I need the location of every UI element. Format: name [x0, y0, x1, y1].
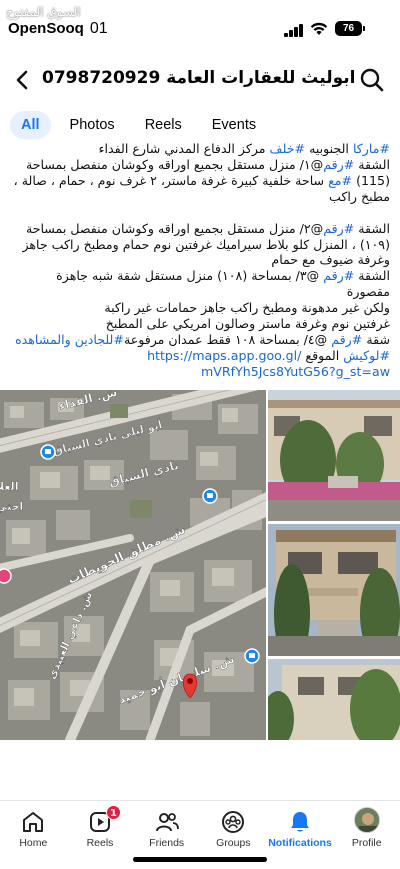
post-line: غرفتين نوم وغرفة ماستر وصالون امريكي على…: [105, 316, 390, 332]
map-edge-label: احتي: [0, 500, 23, 513]
post-line: شقة #رقم @٤/ بمساحة ١٠٨ فقط عمدان مرفوعة…: [12, 332, 390, 348]
post-line: (115) #مع ساحة خلفية كبيرة غرفة ماستر، ٢…: [12, 173, 390, 189]
groups-icon: [222, 811, 245, 833]
post-text-span: الجنوبيه: [305, 141, 353, 156]
profile-avatar: [353, 807, 380, 833]
post-text-span: مركز الدفاع المدني شارع الفداء: [98, 141, 270, 156]
house-photo[interactable]: [268, 659, 400, 740]
post-line: الشقة #رقم@١/ منزل مستقل بجميع اوراقه وك…: [12, 157, 390, 173]
nav-friends-label: Friends: [149, 837, 185, 849]
hashtag-link[interactable]: #رقم: [323, 157, 354, 172]
battery-indicator: 76: [335, 21, 365, 36]
house-photo[interactable]: [268, 524, 400, 656]
nav-notifications-label: Notifications: [268, 837, 332, 849]
post-text-span: الشقة: [354, 268, 390, 284]
post-text-span: @٢/ منزل مستقل بجميع اوراقه وكوشان منفصل…: [25, 220, 324, 236]
carrier-name: OpenSooq: [8, 20, 84, 37]
post-line: #ماركا الجنوبيه #خلف مركز الدفاع المدني …: [12, 141, 390, 157]
post-text-span: ساحة خلفية كبيرة غرفة ماستر، ٢ غرف نوم ،…: [13, 172, 329, 188]
post-line: الشقة #رقم @٣/ بمساحة (١٠٨) منزل مستقل ش…: [12, 268, 390, 300]
tab-photos[interactable]: Photos: [59, 111, 126, 139]
hashtag-link[interactable]: #ماركا: [353, 141, 390, 156]
post-text-span: الشقة: [354, 220, 390, 236]
tab-events[interactable]: Events: [201, 111, 267, 139]
notification-badge: 1: [106, 805, 121, 820]
post-line: مطبخ راكب: [329, 188, 390, 204]
post-line: mVRfYh5Jcs8YutG56?g_st=aw: [12, 364, 390, 380]
hashtag-link[interactable]: #للجادين والمشاهده: [15, 332, 124, 347]
nav-notifications[interactable]: Notifications: [267, 801, 334, 869]
nav-groups-label: Groups: [216, 837, 251, 849]
map-satellite-image[interactable]: ش. الفداء أبو ليلى نادي السباق نادي السب…: [0, 390, 266, 740]
friends-icon: [155, 813, 179, 832]
post-line: ولكن غير مدهونة ومطبخ راكب جاهز حمامات غ…: [104, 300, 390, 316]
map-poi-icon: [0, 568, 12, 584]
home-indicator: [133, 857, 267, 862]
wifi-icon: [310, 22, 328, 35]
post-line: #لوكيش الموقع https://maps.app.goo.gl/: [12, 348, 390, 364]
nav-reels[interactable]: 1 Reels: [67, 801, 134, 869]
nav-home[interactable]: Home: [0, 801, 67, 869]
cellular-signal-icon: [284, 24, 304, 37]
tab-bar: All Photos Reels Events: [10, 108, 275, 142]
map-edge-label: العلا: [0, 480, 18, 493]
nav-reels-label: Reels: [86, 837, 114, 849]
post-text-span: الموقع: [301, 347, 344, 363]
post-text-span: الشقة: [354, 156, 390, 172]
hashtag-link[interactable]: #رقم: [323, 221, 354, 236]
tab-all[interactable]: All: [10, 111, 51, 139]
post-text-span: شقة: [362, 331, 390, 347]
house-photo[interactable]: [268, 390, 400, 521]
post-text: #ماركا الجنوبيه #خلف مركز الدفاع المدني …: [12, 141, 390, 380]
hashtag-link[interactable]: #رقم: [331, 332, 362, 347]
bell-icon: [291, 812, 310, 832]
map-poi-icon: [40, 444, 56, 460]
nav-profile[interactable]: Profile: [333, 801, 400, 869]
page-title: ابوليث للعقارات العامة 0798720929: [42, 68, 356, 88]
post-line: (١٠٩) ، المنزل كلو بلاط سيراميك غرفتين ن…: [22, 236, 390, 252]
hashtag-link[interactable]: #رقم: [323, 268, 354, 283]
carrier-time: OpenSooq 01: [8, 20, 108, 38]
watermark: السوق المفتوح: [6, 5, 81, 19]
post-line: الشقة #رقم@٢/ منزل مستقل بجميع اوراقه وك…: [12, 221, 390, 237]
hashtag-link[interactable]: #خلف: [270, 141, 306, 156]
nav-profile-label: Profile: [351, 837, 382, 849]
status-bar: السوق المفتوح OpenSooq 01 76: [0, 0, 400, 50]
nav-home-label: Home: [19, 837, 48, 849]
post-text-span: @٤/ بمساحة ١٠٨ فقط عمدان مرفوعة: [123, 331, 332, 347]
post-line: وغرفة ضيوف مع حمام: [271, 252, 390, 268]
maps-url-link[interactable]: https://maps.app.goo.gl/: [147, 348, 301, 363]
search-icon[interactable]: [358, 66, 386, 94]
back-arrow-icon[interactable]: [10, 66, 36, 94]
post-text-span: @١/ منزل مستقل بجميع اوراقه وكوشان منفصل…: [25, 156, 324, 172]
map-poi-icon: [244, 648, 260, 664]
maps-url-link-continued[interactable]: mVRfYh5Jcs8YutG56?g_st=aw: [201, 364, 390, 379]
home-icon: [23, 812, 44, 832]
tab-reels[interactable]: Reels: [134, 111, 193, 139]
hashtag-link[interactable]: #لوكيش: [343, 348, 390, 363]
header: ابوليث للعقارات العامة 0798720929: [0, 58, 400, 102]
clock-time: 01: [89, 20, 108, 37]
map-poi-icon: [202, 488, 218, 504]
hashtag-link[interactable]: #مع: [328, 173, 352, 188]
post-text-span: (115): [352, 172, 390, 188]
